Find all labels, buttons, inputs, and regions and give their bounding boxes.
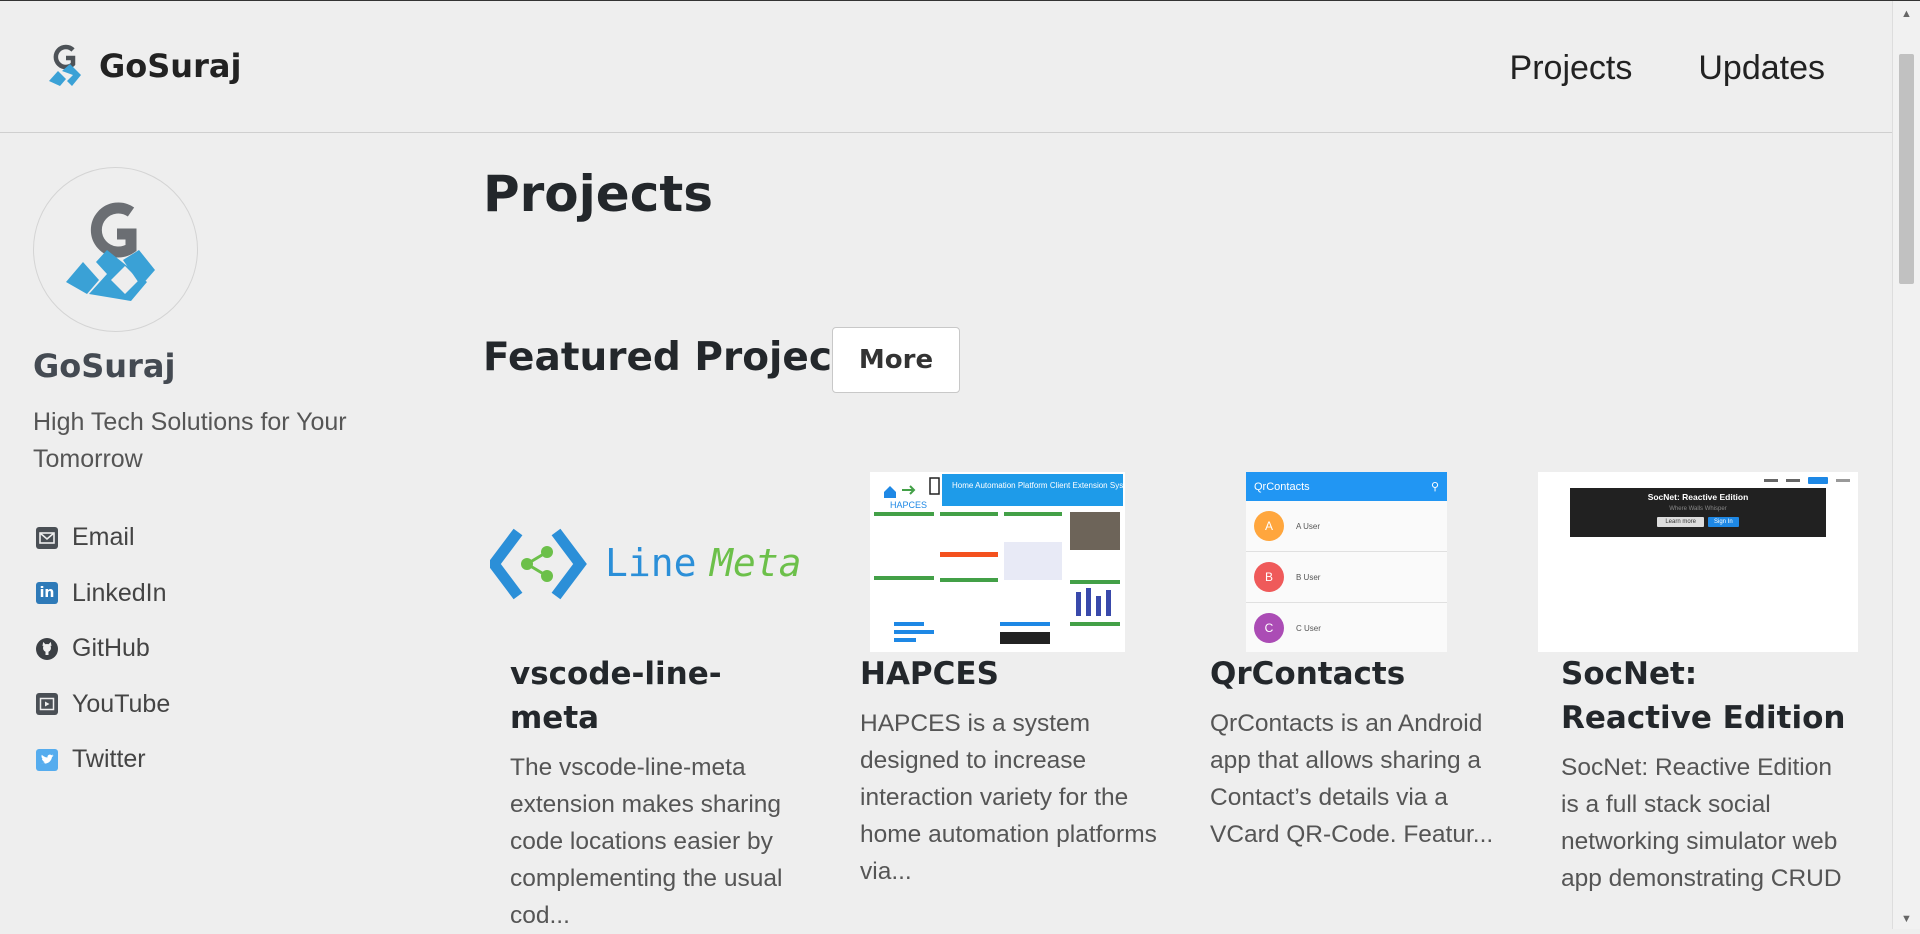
social-link-label: Twitter — [72, 745, 146, 774]
social-link-twitter[interactable]: Twitter — [36, 732, 170, 788]
qrcontacts-app-title: QrContacts — [1254, 480, 1310, 493]
social-link-youtube[interactable]: YouTube — [36, 677, 170, 733]
brand-link[interactable]: GoSuraj — [45, 41, 241, 91]
project-title[interactable]: SocNet: Reactive Edition — [1561, 652, 1848, 740]
gosuraj-avatar-logo-icon — [65, 202, 155, 301]
sidebar-tagline: High Tech Solutions for Your Tomorrow — [33, 408, 347, 473]
line-meta-text-meta: Meta — [708, 541, 802, 585]
scroll-up-arrow-icon[interactable]: ▲ — [1893, 4, 1920, 24]
page-title: Projects — [483, 165, 714, 223]
contact-avatar: B — [1254, 562, 1284, 592]
socnet-sign-in-button: Sign In — [1708, 517, 1739, 527]
contact-avatar: A — [1254, 511, 1284, 541]
contact-row: C C User — [1246, 603, 1447, 652]
social-link-github[interactable]: GitHub — [36, 621, 170, 677]
project-card-qrcontacts[interactable]: QrContacts ⚲ A A User B B User C C User … — [1200, 470, 1530, 853]
hapces-logo-text: HAPCES — [890, 500, 927, 510]
project-description: The vscode-line-meta extension makes sha… — [510, 754, 783, 929]
social-link-email[interactable]: Email — [36, 510, 170, 566]
contact-name: C User — [1296, 623, 1321, 633]
hapces-banner-text: Home Automation Platform Client Extensio… — [952, 481, 1125, 490]
socnet-hero-title: SocNet: Reactive Edition — [1647, 492, 1749, 502]
email-icon — [36, 526, 58, 549]
scroll-down-arrow-icon[interactable]: ▼ — [1893, 909, 1920, 929]
site-header: GoSuraj Projects Updates — [0, 1, 1893, 133]
project-thumbnail: QrContacts ⚲ A A User B B User C C User — [1200, 470, 1530, 652]
project-title[interactable]: HAPCES — [860, 652, 1160, 696]
socnet-learn-more-button: Learn more — [1657, 517, 1704, 527]
social-link-label: Email — [72, 523, 135, 552]
github-icon — [36, 637, 58, 660]
project-thumbnail: HAPCES Home Automation Platform Client E… — [850, 470, 1180, 652]
hapces-poster-icon: HAPCES Home Automation Platform Client E… — [874, 474, 1125, 644]
search-icon: ⚲ — [1430, 481, 1439, 493]
youtube-icon — [36, 693, 58, 716]
project-title[interactable]: QrContacts — [1210, 652, 1510, 696]
project-description: QrContacts is an Android app that allows… — [1210, 710, 1494, 848]
project-description: HAPCES is a system designed to increase … — [860, 710, 1157, 885]
line-meta-text-line: Line — [605, 541, 697, 585]
scrollbar-thumb[interactable] — [1899, 54, 1914, 284]
social-link-label: LinkedIn — [72, 578, 167, 607]
avatar — [33, 167, 198, 332]
socnet-hero: SocNet: Reactive Edition Where Walls Whi… — [1570, 488, 1826, 537]
project-description: SocNet: Reactive Edition is a full stack… — [1561, 754, 1842, 892]
featured-projects-heading: Featured Projects — [483, 335, 874, 380]
twitter-icon — [36, 748, 58, 771]
project-title[interactable]: vscode-line-meta — [510, 652, 800, 740]
social-link-linkedin[interactable]: in LinkedIn — [36, 566, 170, 622]
socnet-hero-subtitle: Where Walls Whisper — [1669, 506, 1727, 512]
contact-row: A A User — [1246, 501, 1447, 552]
project-thumbnail: Line Meta — [487, 470, 820, 652]
nav-updates-link[interactable]: Updates — [1698, 49, 1825, 88]
social-link-label: YouTube — [72, 689, 171, 718]
line-meta-logo-icon: Line Meta — [487, 528, 802, 600]
contact-avatar: C — [1254, 613, 1284, 643]
gosuraj-logo-icon — [49, 44, 81, 86]
project-card-vscode-line-meta[interactable]: Line Meta vscode-line-meta The vscode-li… — [487, 470, 820, 934]
nav-projects-link[interactable]: Projects — [1510, 49, 1633, 88]
social-link-label: GitHub — [72, 634, 150, 663]
social-links: Email in LinkedIn GitHub YouTube Twitter — [36, 510, 170, 788]
contact-name: A User — [1296, 521, 1321, 531]
sidebar-name: GoSuraj — [33, 347, 176, 385]
page-scrollbar[interactable]: ▲ ▼ — [1892, 1, 1920, 929]
more-projects-button[interactable]: More — [832, 327, 960, 393]
project-card-socnet[interactable]: SocNet: Reactive Edition Where Walls Whi… — [1538, 470, 1858, 897]
project-thumbnail: SocNet: Reactive Edition Where Walls Whi… — [1538, 470, 1858, 652]
project-card-hapces[interactable]: HAPCES Home Automation Platform Client E… — [850, 470, 1180, 890]
brand-name: GoSuraj — [99, 47, 242, 85]
top-nav: Projects Updates — [1510, 49, 1825, 88]
contact-row: B B User — [1246, 552, 1447, 603]
linkedin-icon: in — [36, 582, 58, 605]
contact-name: B User — [1296, 572, 1321, 582]
